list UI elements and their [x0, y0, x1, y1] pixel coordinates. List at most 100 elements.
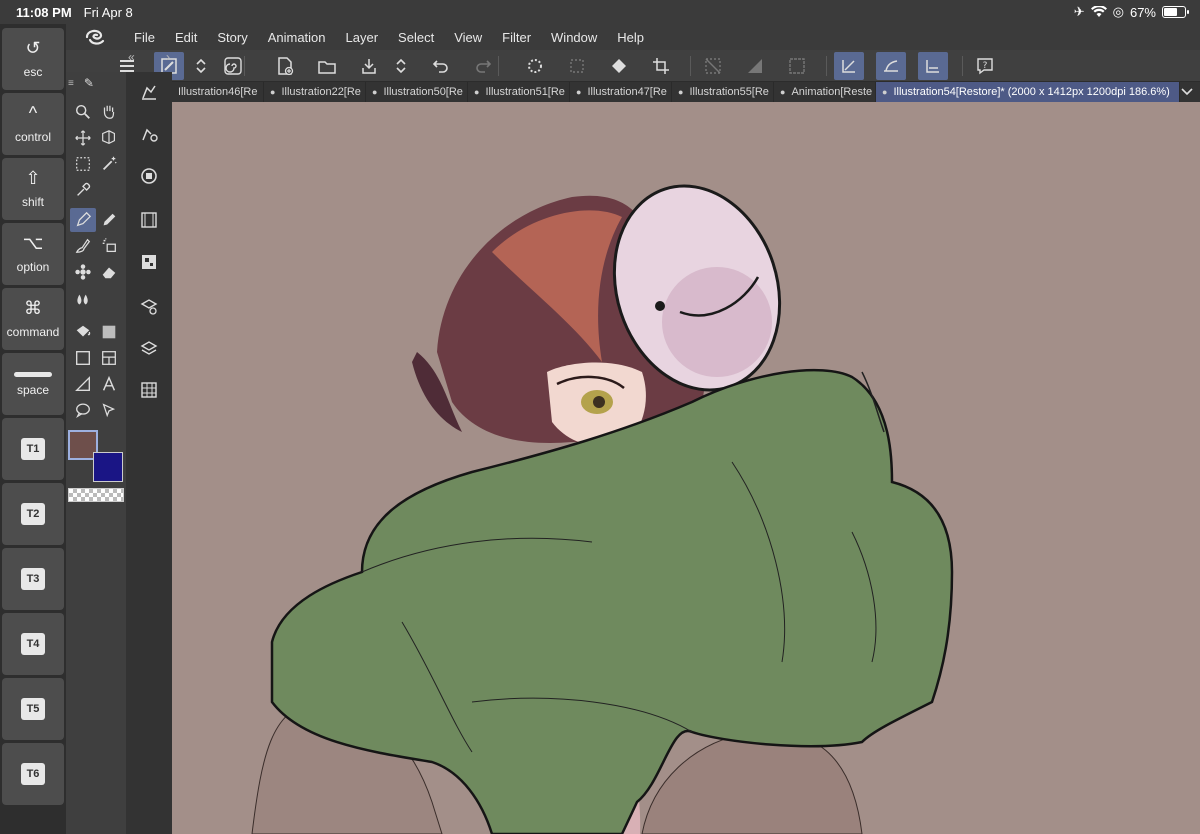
shortcut-key-t4[interactable]: T4 — [2, 613, 64, 675]
layers-icon[interactable] — [137, 336, 161, 360]
open-folder-icon[interactable] — [312, 52, 342, 80]
tool-palette: ≡ ✎ — [66, 72, 126, 834]
document-tab[interactable]: ● Illustration55[Re — [672, 82, 774, 102]
brush-icon[interactable] — [70, 234, 96, 258]
figure-icon[interactable] — [70, 346, 96, 370]
eyedropper-icon[interactable] — [70, 178, 96, 202]
tab-list-chevron-icon[interactable] — [1174, 82, 1200, 102]
command-bar: ? — [66, 50, 1200, 82]
object-icon[interactable] — [96, 126, 122, 150]
menu-filter[interactable]: Filter — [492, 30, 541, 45]
sub-color-swatch[interactable] — [93, 452, 123, 482]
help-icon[interactable]: ? — [970, 52, 1000, 80]
expand-right-icon[interactable]: › — [166, 50, 170, 68]
document-tab[interactable]: ● Illustration51[Re — [468, 82, 570, 102]
menu-animation[interactable]: Animation — [258, 30, 336, 45]
document-tab[interactable]: ● Animation[Reste — [774, 82, 876, 102]
document-tab[interactable]: Illustration46[Re — [172, 82, 264, 102]
shift-key[interactable]: ⇧ shift — [2, 158, 64, 220]
redo-icon[interactable] — [468, 52, 498, 80]
blend-icon[interactable] — [70, 288, 96, 312]
shortcut-key-t6[interactable]: T6 — [2, 743, 64, 805]
shortcut-key-label: T1 — [21, 438, 45, 460]
hand-icon[interactable] — [96, 100, 122, 124]
eraser-icon[interactable] — [96, 260, 122, 284]
document-tab[interactable]: ● Illustration22[Re — [264, 82, 366, 102]
clip-studio-icon[interactable] — [66, 28, 124, 46]
toolbar-separator — [826, 56, 827, 76]
menu-help[interactable]: Help — [607, 30, 654, 45]
esc-key[interactable]: ↺ esc — [2, 28, 64, 90]
tab-dot-icon: ● — [270, 87, 276, 97]
sub-tool-icon[interactable] — [137, 80, 161, 104]
ruler-icon[interactable] — [70, 372, 96, 396]
move-up-down-icon[interactable] — [186, 52, 216, 80]
menu-view[interactable]: View — [444, 30, 492, 45]
new-file-icon[interactable] — [270, 52, 300, 80]
document-tab[interactable]: ● Illustration54[Restore]* (2000 x 1412px… — [876, 82, 1180, 102]
shortcut-key-t2[interactable]: T2 — [2, 483, 64, 545]
gradient-tool-icon[interactable] — [96, 320, 122, 344]
option-glyph-icon: ⌥ — [22, 233, 44, 253]
magic-wand-icon[interactable] — [96, 152, 122, 176]
fill-bucket-icon[interactable] — [70, 320, 96, 344]
marquee-icon[interactable] — [70, 152, 96, 176]
shortcut-key-t5[interactable]: T5 — [2, 678, 64, 740]
menu-window[interactable]: Window — [541, 30, 607, 45]
shortcut-key-t1[interactable]: T1 — [2, 418, 64, 480]
sort-icon[interactable] — [386, 52, 416, 80]
save-icon[interactable] — [354, 52, 384, 80]
menu-edit[interactable]: Edit — [165, 30, 207, 45]
snap-grid-icon[interactable] — [918, 52, 948, 80]
drawing-canvas[interactable] — [172, 102, 1200, 834]
select-box-icon[interactable] — [562, 52, 592, 80]
menu-select[interactable]: Select — [388, 30, 444, 45]
deselect-icon[interactable] — [520, 52, 550, 80]
color-wheel-icon[interactable] — [137, 164, 161, 188]
pen-icon[interactable] — [70, 208, 96, 232]
text-icon[interactable] — [96, 372, 122, 396]
clear-selection-icon[interactable] — [698, 52, 728, 80]
space-key[interactable]: space — [2, 353, 64, 415]
key-label: space — [16, 382, 50, 397]
shortcut-key-t3[interactable]: T3 — [2, 548, 64, 610]
palette-menu-icon[interactable]: ≡ — [68, 78, 74, 89]
collapse-left-icon[interactable]: « — [128, 50, 135, 68]
move-icon[interactable] — [70, 126, 96, 150]
command-key[interactable]: ⌘ command — [2, 288, 64, 350]
option-key[interactable]: ⌥ option — [2, 223, 64, 285]
material-grid-icon[interactable] — [137, 378, 161, 402]
tool-property-icon[interactable] — [137, 122, 161, 146]
frame-border-icon[interactable] — [96, 346, 122, 370]
crop-icon[interactable] — [646, 52, 676, 80]
document-tab[interactable]: ● Illustration47[Re — [570, 82, 672, 102]
control-key[interactable]: ^ control — [2, 93, 64, 155]
tab-label: Illustration54[Restore]* (2000 x 1412px … — [893, 86, 1170, 98]
svg-text:?: ? — [983, 61, 988, 71]
shift-glyph-icon: ⇧ — [25, 168, 41, 188]
menu-layer[interactable]: Layer — [336, 30, 389, 45]
snap-curve-icon[interactable] — [876, 52, 906, 80]
status-bar: 11:08 PM Fri Apr 8 ✈ ◎ 67% — [0, 0, 1200, 24]
frame-icon[interactable] — [782, 52, 812, 80]
snap-ruler-icon[interactable] — [834, 52, 864, 80]
document-tab[interactable]: ● Illustration50[Re — [366, 82, 468, 102]
animation-timeline-icon[interactable] — [137, 208, 161, 232]
layer-property-icon[interactable] — [137, 294, 161, 318]
menu-file[interactable]: File — [124, 30, 165, 45]
pencil-icon[interactable] — [96, 208, 122, 232]
undo-icon[interactable] — [426, 52, 456, 80]
airbrush-icon[interactable] — [96, 234, 122, 258]
tab-dot-icon: ● — [474, 87, 480, 97]
balloon-icon[interactable] — [70, 398, 96, 422]
zoom-icon[interactable] — [70, 100, 96, 124]
pen-tab-icon[interactable]: ✎ — [84, 76, 94, 90]
transparent-color-swatch[interactable] — [68, 488, 124, 502]
navigator-icon[interactable] — [137, 250, 161, 274]
menu-story[interactable]: Story — [207, 30, 257, 45]
correct-line-icon[interactable] — [96, 398, 122, 422]
tab-dot-icon: ● — [576, 87, 582, 97]
decoration-icon[interactable] — [70, 260, 96, 284]
gradient-icon[interactable] — [740, 52, 770, 80]
fill-icon[interactable] — [604, 52, 634, 80]
